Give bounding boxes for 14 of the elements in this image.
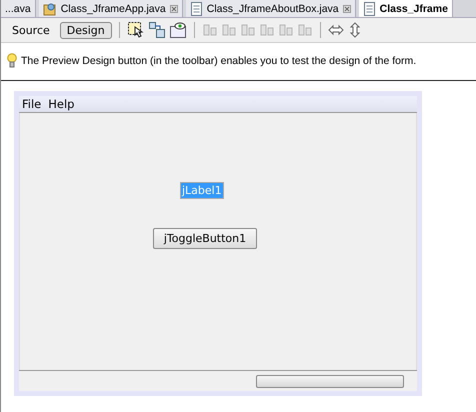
tab-label: Class_JframeApp.java [60,2,166,14]
tab-label: Class_Jframe [380,2,448,14]
editor-tab[interactable]: Class_JframeAboutBox.java [186,0,356,17]
menu-item[interactable]: Help [48,97,74,111]
hint-text: The Preview Design button (in the toolbar) enables you to test the design of the form. [21,54,416,66]
tab-label: Class_JframeAboutBox.java [206,2,339,14]
toggle-button[interactable]: jToggleButton1 [153,228,257,249]
view-toggle-button[interactable]: Design [60,22,112,38]
menu-item[interactable]: File [22,97,42,111]
tab-label: ...ava [5,2,31,14]
editor-tab[interactable]: Class_JframeApp.java [38,0,183,17]
editor-tab[interactable]: Class_Jframe [358,0,453,17]
editor-tab[interactable]: ...ava [1,0,36,17]
view-toggle-button[interactable]: Source [5,22,57,38]
